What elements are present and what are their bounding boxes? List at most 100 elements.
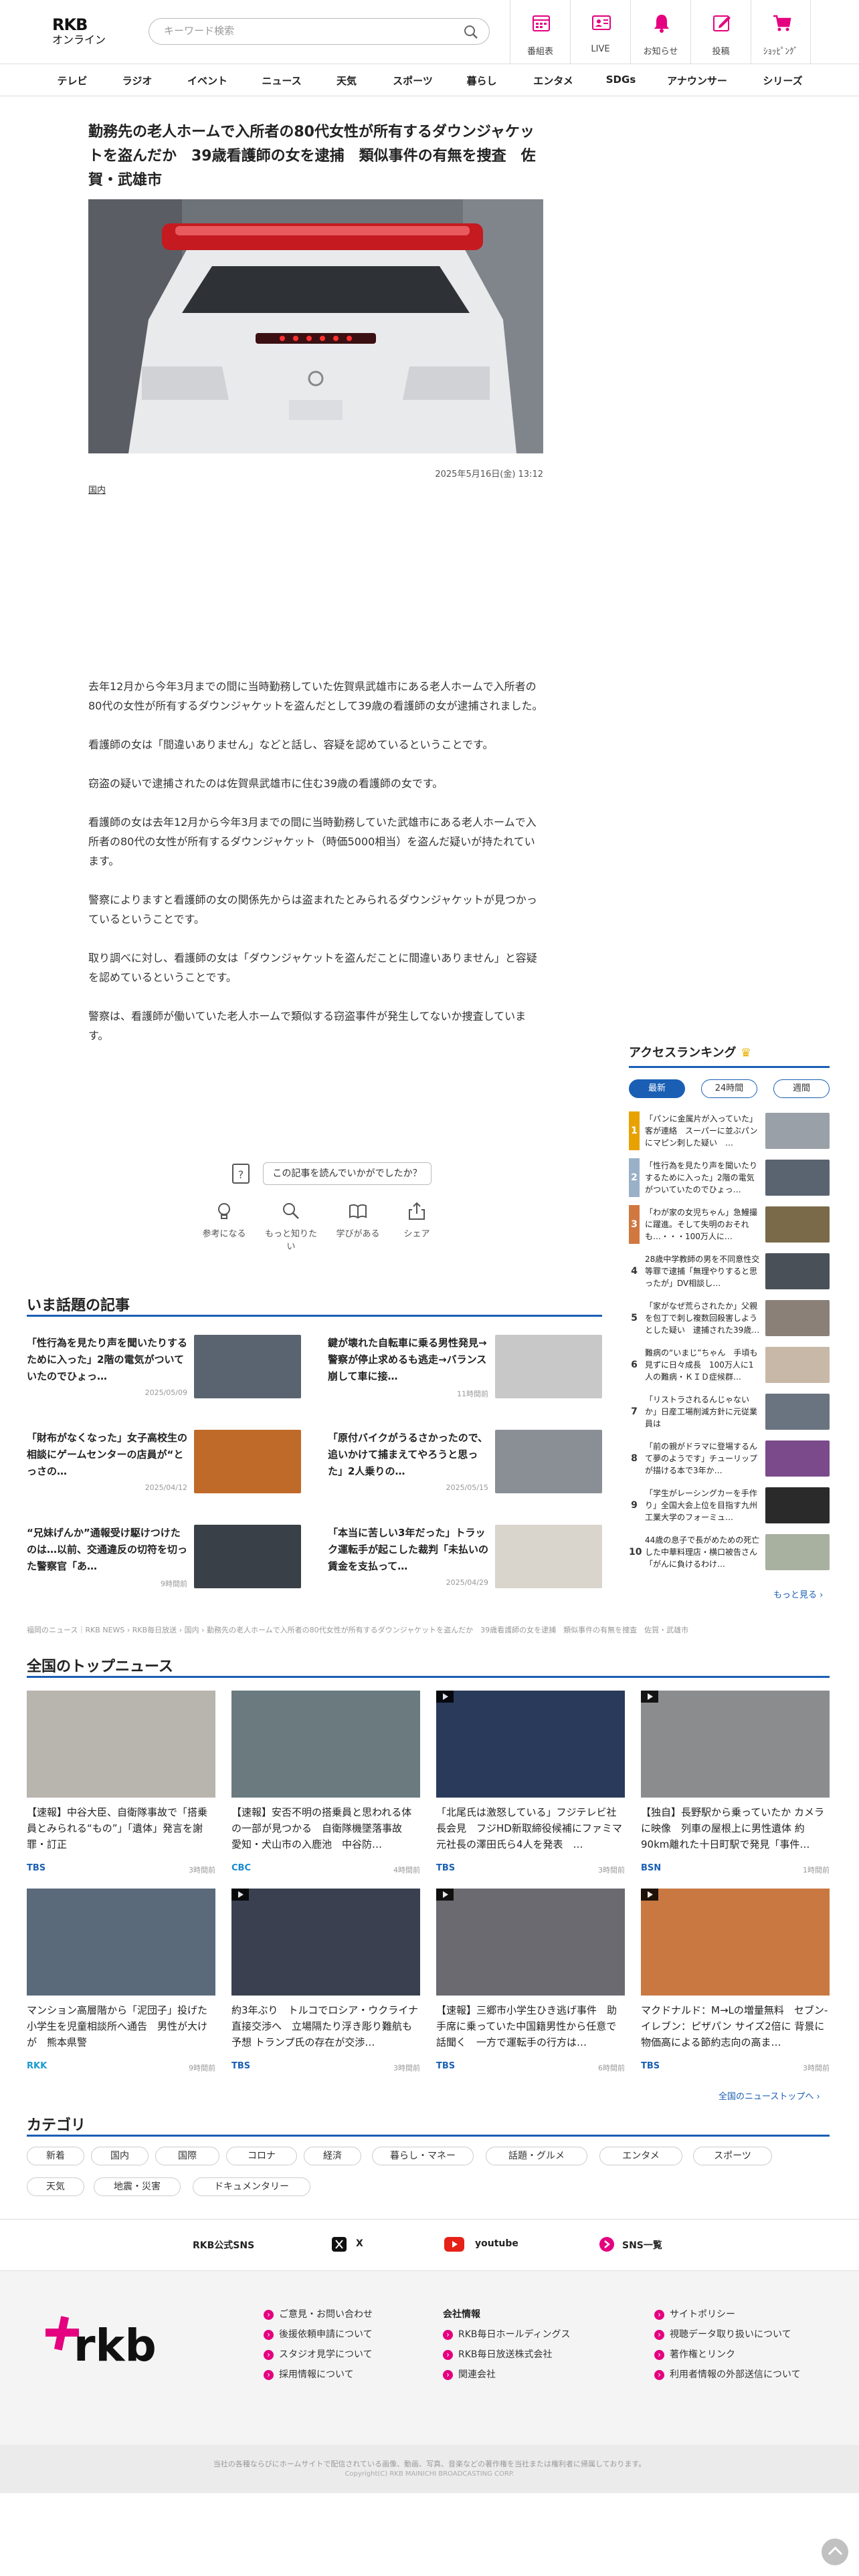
ranking-title: 44歳の息子で長がめための死亡した中華料理店・横口被告さん「がんに負けるわけ… <box>645 1535 760 1569</box>
gnav-item-life[interactable]: 暮らし <box>466 74 496 88</box>
search-icon[interactable] <box>464 25 478 39</box>
footer-link[interactable]: サイトポリシー <box>654 2307 735 2321</box>
category-chip[interactable]: 暮らし・マネー <box>372 2147 474 2165</box>
category-chip[interactable]: 天気 <box>27 2177 84 2196</box>
rkb-footer-logo[interactable]: rkb <box>43 2313 167 2373</box>
trending-item[interactable]: 「原付バイクがうるさかったので、追いかけて捕まえてやろうと思った」2人乗りの… … <box>328 1430 602 1503</box>
trending-item[interactable]: 鍵が壊れた自転車に乗る男性発見→警察が停止求めるも逃走→バランス崩して車に接… … <box>328 1335 602 1408</box>
national-news-more-link[interactable]: 全国のニューストップへ › <box>719 2089 820 2102</box>
national-news-card[interactable]: 【独自】長野駅から乗っていたか カメラに映像 列車の屋根上に男性遺体 約90km… <box>641 1691 830 1885</box>
share-button[interactable]: シェア <box>387 1201 447 1239</box>
gnav-item-announcer[interactable]: アナウンサー <box>667 74 727 88</box>
gnav-item-entame[interactable]: エンタメ <box>533 74 573 88</box>
gnav-item-series[interactable]: シリーズ <box>763 74 802 88</box>
logo-top: RKB <box>52 15 88 34</box>
footer-link[interactable]: ご意見・お問い合わせ <box>264 2307 373 2321</box>
arrow-circle-icon[interactable] <box>599 2237 614 2252</box>
youtube-icon[interactable] <box>444 2237 464 2252</box>
trending-item[interactable]: 「性行為を見たり声を聞いたりするために入った」2階の電気がついていたのでひょっ…… <box>27 1335 301 1408</box>
gnav-item-sdgs[interactable]: SDGs <box>606 74 636 86</box>
category-chip[interactable]: 経済 <box>304 2147 361 2165</box>
trending-item[interactable]: 「財布がなくなった」女子高校生の相談にゲームセンターの店員が“とっさの… 202… <box>27 1430 301 1503</box>
category-chip[interactable]: 国内 <box>91 2147 149 2165</box>
national-news-card[interactable]: マクドナルド：M→Lの増量無料 セブン-イレブン：ピザパン サイズ2倍に 背景に… <box>641 1889 830 2082</box>
ranking-item[interactable]: 1 「パンに金属片が入っていた」客が連絡 スーパーに並ぶパンにマピン刺した疑い … <box>629 1111 830 1150</box>
category-chip[interactable]: 国際 <box>155 2147 219 2165</box>
nav-post[interactable]: 投稿 <box>690 0 751 64</box>
national-news-card[interactable]: 約3年ぶり トルコでロシア・ウクライナ直接交渉へ 立場隔たり浮き彫り難航も予想 … <box>231 1889 420 2082</box>
nav-live[interactable]: LIVE <box>570 0 630 64</box>
gnav-item-event[interactable]: イベント <box>187 74 227 88</box>
ranking-more-link[interactable]: もっと見る › <box>773 1588 823 1600</box>
national-news-title: マクドナルド：M→Lの増量無料 セブン-イレブン：ピザパン サイズ2倍に 背景に… <box>641 2004 828 2048</box>
search-input[interactable] <box>164 25 445 37</box>
national-news-card[interactable]: 【速報】三郷市小学生ひき逃げ事件 助手席に乗っていた中国籍男性から任意で話聞く … <box>436 1889 625 2082</box>
ranking-title: 「学生がレーシングカーを手作り」全国大会上位を目指す九州工業大学のフォーミュ… <box>645 1489 758 1522</box>
gnav-item-sports[interactable]: スポーツ <box>393 74 433 88</box>
nav-notice[interactable]: お知らせ <box>630 0 690 64</box>
category-chip[interactable]: 地震・災害 <box>94 2177 181 2196</box>
trending-item[interactable]: “兄妹げんか”通報受け駆けつけたのは…以前、交通違反の切符を切った警察官「あ… … <box>27 1525 301 1598</box>
ranking-item[interactable]: 2 「性行為を見たり声を聞いたりするために入った」2階の電気がついていたのでひょっ… <box>629 1158 830 1197</box>
ranking-tab-weekly[interactable]: 週間 <box>773 1079 830 1098</box>
footer-link[interactable]: RKB毎日ホールディングス <box>443 2327 571 2341</box>
ranking-item[interactable]: 4 28歳中学教師の男を不同意性交等罪で逮捕「無理やりすると思ったが」DV相談し… <box>629 1252 830 1291</box>
sns-bar: RKB公式SNS X youtube SNS一覧 <box>0 2219 859 2271</box>
footer-link[interactable]: 視聴データ取り扱いについて <box>654 2327 791 2341</box>
footer-link[interactable]: 後援依頼申請について <box>264 2327 373 2341</box>
category-chip[interactable]: エンタメ <box>599 2147 682 2165</box>
category-chip[interactable]: スポーツ <box>693 2147 772 2165</box>
reaction-learn-button[interactable]: 学びがある <box>328 1201 388 1239</box>
sns-list-link[interactable]: SNS一覧 <box>622 2238 662 2252</box>
gnav-item-radio[interactable]: ラジオ <box>122 74 153 88</box>
magnifier-icon <box>283 1203 299 1219</box>
trending-item-title: 「原付バイクがうるさかったので、追いかけて捕まえてやろうと思った」2人乗りの… <box>328 1432 488 1477</box>
national-news-card[interactable]: マンション高層階から「泥団子」投げた小学生を児童相談所へ通告 男性が大けが 熊本… <box>27 1889 215 2082</box>
nav-shopping[interactable]: ｼｮｯﾋﾟﾝｸﾞ <box>751 0 811 64</box>
category-chip[interactable]: 新着 <box>27 2147 84 2165</box>
footer-link[interactable]: 採用情報について <box>264 2367 354 2381</box>
back-to-top-button[interactable] <box>822 2539 848 2565</box>
national-news-card[interactable]: 【速報】安否不明の搭乗員と思われる体の一部が見つかる 自衛隊機墜落事故 愛知・犬… <box>231 1691 420 1885</box>
rkb-online-logo[interactable]: RKB オンライン <box>52 16 112 51</box>
gnav-item-weather[interactable]: 天気 <box>337 74 357 88</box>
ranking-tab-latest[interactable]: 最新 <box>629 1079 685 1098</box>
category-chip[interactable]: コロナ <box>226 2147 297 2165</box>
article-category-link[interactable]: 国内 <box>88 483 106 496</box>
ranking-item[interactable]: 5 「家がなぜ荒らされたか」父親を包丁で刺し複数回殺害しようとした疑い 逮捕された… <box>629 1299 830 1337</box>
breadcrumb[interactable]: 福岡のニュース｜RKB NEWS › RKB毎日放送 › 国内 › 勤務先の老人… <box>27 1625 830 1636</box>
ranking-number: 7 <box>631 1406 638 1417</box>
reaction-useful-button[interactable]: 参考になる <box>194 1201 254 1239</box>
x-icon[interactable] <box>332 2237 347 2252</box>
sns-x-link[interactable]: X <box>356 2238 363 2249</box>
gnav-item-tv[interactable]: テレビ <box>57 74 87 88</box>
gnav-item-news[interactable]: ニュース <box>262 74 301 88</box>
category-chip[interactable]: ドキュメンタリー <box>193 2177 310 2196</box>
article-paragraph: 看護師の女は去年12月から今年3月までの間に当時勤務していた武雄市にある老人ホー… <box>88 816 537 867</box>
ranking-item[interactable]: 8 「前の親がドラマに登場するんて夢のようです」チューリップが描ける本で3年か… <box>629 1439 830 1478</box>
ranking-item[interactable]: 6 難病の“いまじ”ちゃん 手頃も見ずに日々成長 100万人に1人の難病・ＫＩＤ症… <box>629 1346 830 1384</box>
article-paragraph: 看護師の女は「間違いありません」などと話し、容疑を認めているということです。 <box>88 738 494 751</box>
footer-link[interactable]: スタジオ見学について <box>264 2347 373 2361</box>
ranking-thumb <box>765 1160 830 1196</box>
article-date: 2025年5月16日(金) 13:12 <box>435 469 543 479</box>
ranking-item[interactable]: 7 「リストラされるんじゃないか」日産工場削減方針に元従業員は <box>629 1392 830 1431</box>
category-chip[interactable]: 話題・グルメ <box>486 2147 587 2165</box>
nav-schedule[interactable]: 番組表 <box>510 0 570 64</box>
ranking-item[interactable]: 10 44歳の息子で長がめための死亡した中華料理店・横口被告さん「がんに負けるわけ… <box>629 1533 830 1572</box>
ranking-item[interactable]: 3 「わが家の女児ちゃん」急鰻撮に躍進。そして失明のおそれも…・・・100万人に… <box>629 1205 830 1244</box>
reaction-more-button[interactable]: もっと知りたい <box>261 1201 321 1252</box>
footer-link[interactable]: RKB毎日放送株式会社 <box>443 2347 553 2361</box>
sns-youtube-link[interactable]: youtube <box>475 2238 518 2249</box>
national-underline <box>27 1676 830 1678</box>
footer-link[interactable]: 利用者情報の外部送信について <box>654 2367 801 2381</box>
footer-link[interactable]: 関連会社 <box>443 2367 496 2381</box>
police-car-photo <box>88 199 543 453</box>
ranking-item[interactable]: 9 「学生がレーシングカーを手作り」全国大会上位を目指す九州工業大学のフォーミュ… <box>629 1486 830 1525</box>
trending-underline <box>27 1315 602 1317</box>
ranking-tab-24h[interactable]: 24時間 <box>701 1079 757 1098</box>
national-news-card[interactable]: 「北尾氏は激怒している」フジテレビ社長会見 フジHD新取締役候補にファミマ元社長… <box>436 1691 625 1885</box>
national-news-card[interactable]: 【速報】中谷大臣、自衛隊事故で「搭乗員とみられる“もの”」「遺体」発言を謝罪・訂… <box>27 1691 215 1885</box>
trending-item[interactable]: 「本当に苦しい3年だった」トラック運転手が起こした裁判「未払いの賃金を支払って…… <box>328 1525 602 1598</box>
footer-link[interactable]: 著作権とリンク <box>654 2347 735 2361</box>
